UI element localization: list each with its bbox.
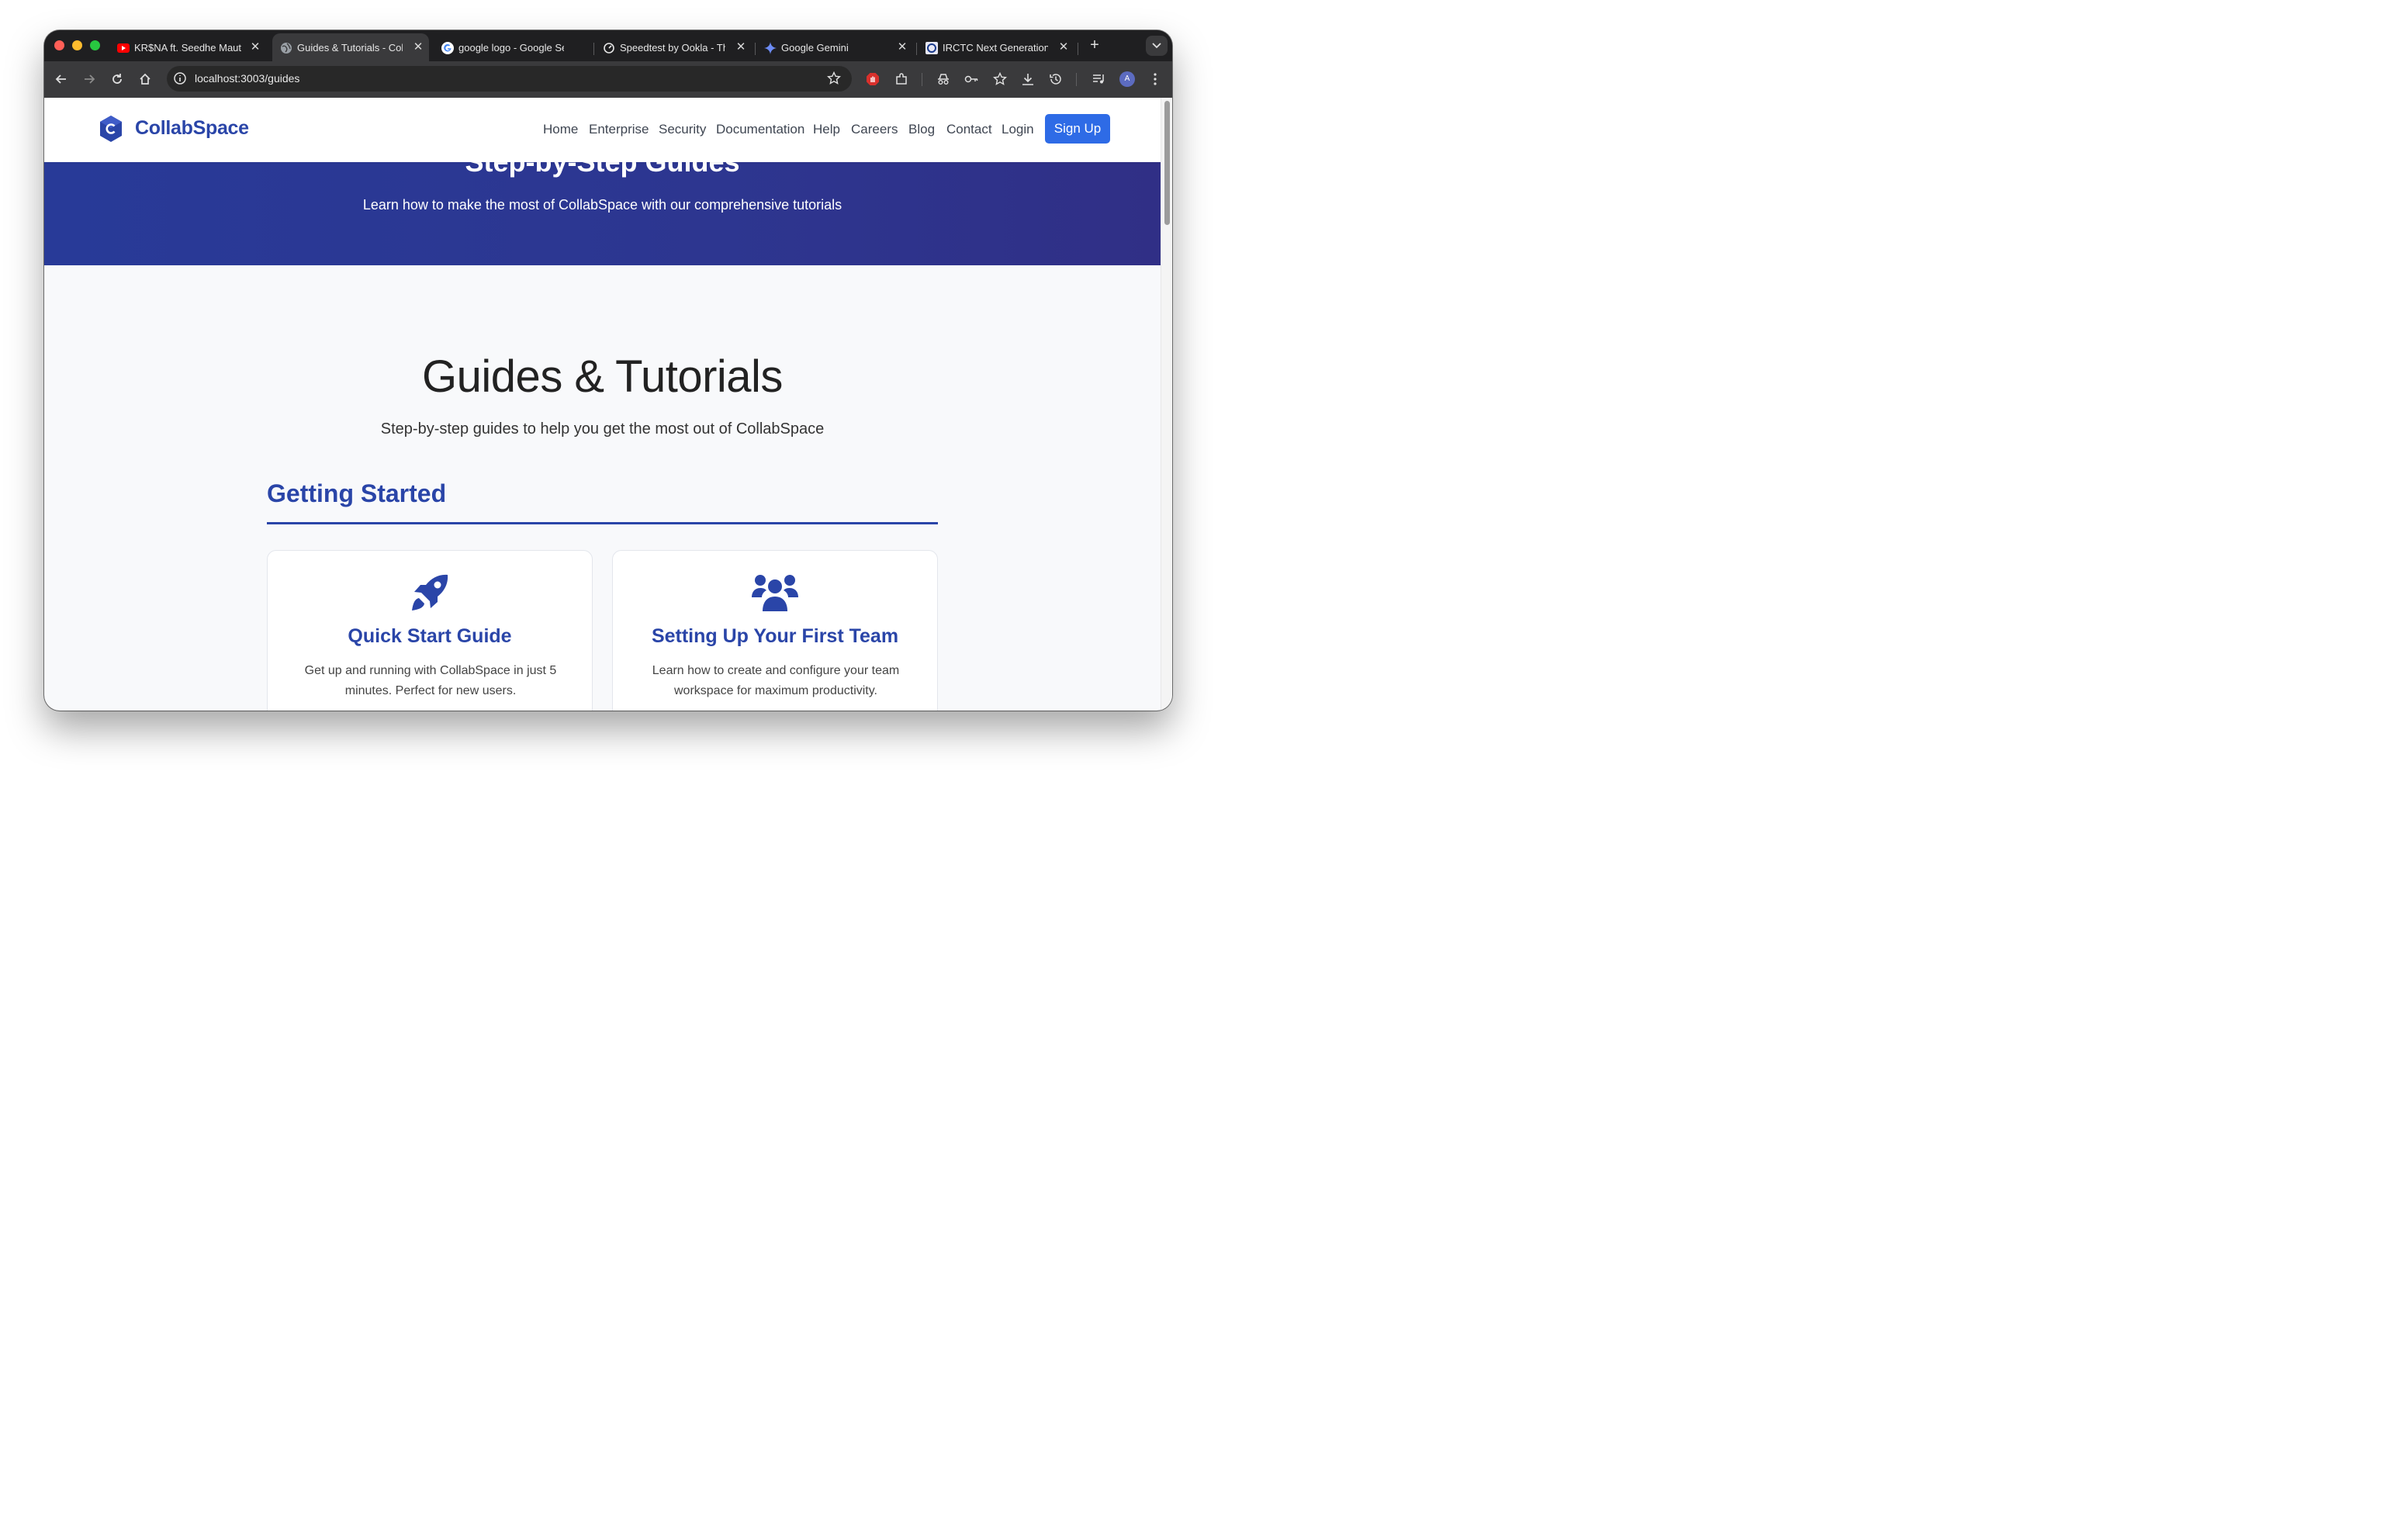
close-tab-icon[interactable]: ✕	[896, 41, 908, 54]
page-subtitle: Step-by-step guides to help you get the …	[380, 420, 825, 438]
tab-separator	[916, 43, 917, 55]
card-description: Learn how to create and configure your t…	[652, 664, 900, 697]
nav-blog[interactable]: Blog	[908, 122, 935, 137]
nav-careers[interactable]: Careers	[851, 122, 898, 137]
close-tab-icon[interactable]: ✕	[249, 41, 261, 54]
irctc-icon	[925, 42, 938, 54]
url-text: localhost:3003/guides	[195, 72, 300, 85]
globe-icon	[280, 42, 292, 54]
tab-google[interactable]: google logo - Google Se	[434, 33, 594, 61]
menu-kebab-icon[interactable]	[1147, 71, 1164, 88]
bookmarks-star-icon[interactable]	[991, 71, 1009, 88]
password-key-icon[interactable]	[963, 71, 980, 88]
close-tab-icon[interactable]: ✕	[735, 41, 747, 54]
tab-speedtest[interactable]: Speedtest by Ookla - Th ✕	[595, 33, 756, 61]
google-icon	[441, 42, 454, 54]
tab-separator	[755, 43, 756, 55]
tab-irctc[interactable]: IRCTC Next Generation ✕	[918, 33, 1078, 61]
collabspace-logo-icon[interactable]	[99, 115, 123, 143]
tab-gemini[interactable]: Google Gemini ✕	[756, 33, 917, 61]
tab-guides[interactable]: Guides & Tutorials - Coll ✕	[272, 33, 429, 61]
guide-card-quick-start[interactable]: Quick Start Guide Get up and running wit…	[267, 550, 593, 711]
arrow-left-icon	[55, 74, 66, 84]
tab-title: Speedtest by Ookla - Th	[620, 42, 725, 54]
tab-title: Google Gemini	[781, 42, 849, 54]
tab-title: Guides & Tutorials - Coll	[297, 42, 403, 54]
minimize-window-button[interactable]	[72, 40, 82, 50]
nav-documentation[interactable]: Documentation	[716, 122, 804, 137]
browser-toolbar: localhost:3003/guides A	[44, 61, 1172, 98]
history-icon[interactable]	[1047, 71, 1064, 88]
arrow-right-icon	[85, 74, 95, 84]
page-scrollbar[interactable]	[1161, 98, 1172, 711]
scrollbar-thumb[interactable]	[1164, 101, 1170, 225]
page-title: Guides & Tutorials	[422, 351, 783, 402]
tab-title: google logo - Google Se	[458, 42, 564, 54]
close-tab-icon[interactable]: ✕	[412, 41, 424, 54]
browser-window: KR$NA ft. Seedhe Maut ✕ Guides & Tutoria…	[44, 30, 1172, 711]
youtube-icon	[117, 42, 130, 54]
address-bar[interactable]: localhost:3003/guides	[167, 66, 852, 92]
back-button[interactable]	[53, 71, 70, 88]
brand-name[interactable]: CollabSpace	[135, 117, 249, 140]
nav-contact[interactable]: Contact	[946, 122, 992, 137]
incognito-icon[interactable]	[935, 71, 952, 88]
nav-security[interactable]: Security	[659, 122, 706, 137]
toolbar-divider	[1076, 73, 1077, 86]
page-viewport: Step-by-Step Guides Learn how to make th…	[44, 98, 1172, 711]
reload-button[interactable]	[109, 71, 126, 88]
tab-youtube[interactable]: KR$NA ft. Seedhe Maut ✕	[109, 33, 268, 61]
section-title: Getting Started	[267, 479, 447, 507]
home-button[interactable]	[137, 71, 154, 88]
reload-icon	[112, 74, 122, 84]
site-info-icon[interactable]	[173, 71, 187, 85]
download-icon[interactable]	[1019, 71, 1036, 88]
site-header: CollabSpace Home Enterprise Security Doc…	[44, 98, 1161, 162]
card-title[interactable]: Setting Up Your First Team	[613, 625, 937, 648]
web-page: Step-by-Step Guides Learn how to make th…	[44, 98, 1161, 711]
speedtest-icon	[603, 42, 615, 54]
sign-up-button[interactable]: Sign Up	[1045, 114, 1110, 144]
adblock-extension-icon[interactable]	[864, 71, 881, 88]
guide-card-first-team[interactable]: Setting Up Your First Team Learn how to …	[612, 550, 938, 711]
nav-enterprise[interactable]: Enterprise	[589, 122, 649, 137]
nav-login[interactable]: Login	[1002, 122, 1034, 137]
close-tab-icon[interactable]: ✕	[1057, 41, 1070, 54]
tab-strip: KR$NA ft. Seedhe Maut ✕ Guides & Tutoria…	[44, 30, 1172, 61]
maximize-window-button[interactable]	[90, 40, 100, 50]
new-tab-button[interactable]: +	[1085, 36, 1104, 55]
gemini-icon	[764, 42, 777, 54]
media-controls-icon[interactable]	[1090, 71, 1107, 88]
users-icon	[613, 572, 937, 616]
card-title[interactable]: Quick Start Guide	[268, 625, 592, 648]
section-divider	[267, 522, 938, 524]
profile-avatar[interactable]: A	[1119, 71, 1135, 87]
hero-subtitle: Learn how to make the most of CollabSpac…	[362, 197, 842, 213]
rocket-icon	[268, 572, 592, 616]
tab-title: KR$NA ft. Seedhe Maut	[134, 42, 241, 54]
tab-separator	[593, 43, 594, 55]
close-window-button[interactable]	[54, 40, 64, 50]
nav-home[interactable]: Home	[543, 122, 578, 137]
card-description: Get up and running with CollabSpace in j…	[304, 664, 557, 697]
chevron-down-icon	[1152, 43, 1161, 49]
forward-button[interactable]	[81, 71, 98, 88]
extensions-icon[interactable]	[893, 71, 910, 88]
bookmark-star-icon[interactable]	[826, 71, 842, 85]
home-icon	[140, 73, 150, 85]
tab-title: IRCTC Next Generation	[943, 42, 1048, 54]
nav-help[interactable]: Help	[813, 122, 840, 137]
tab-search-button[interactable]	[1146, 36, 1168, 56]
